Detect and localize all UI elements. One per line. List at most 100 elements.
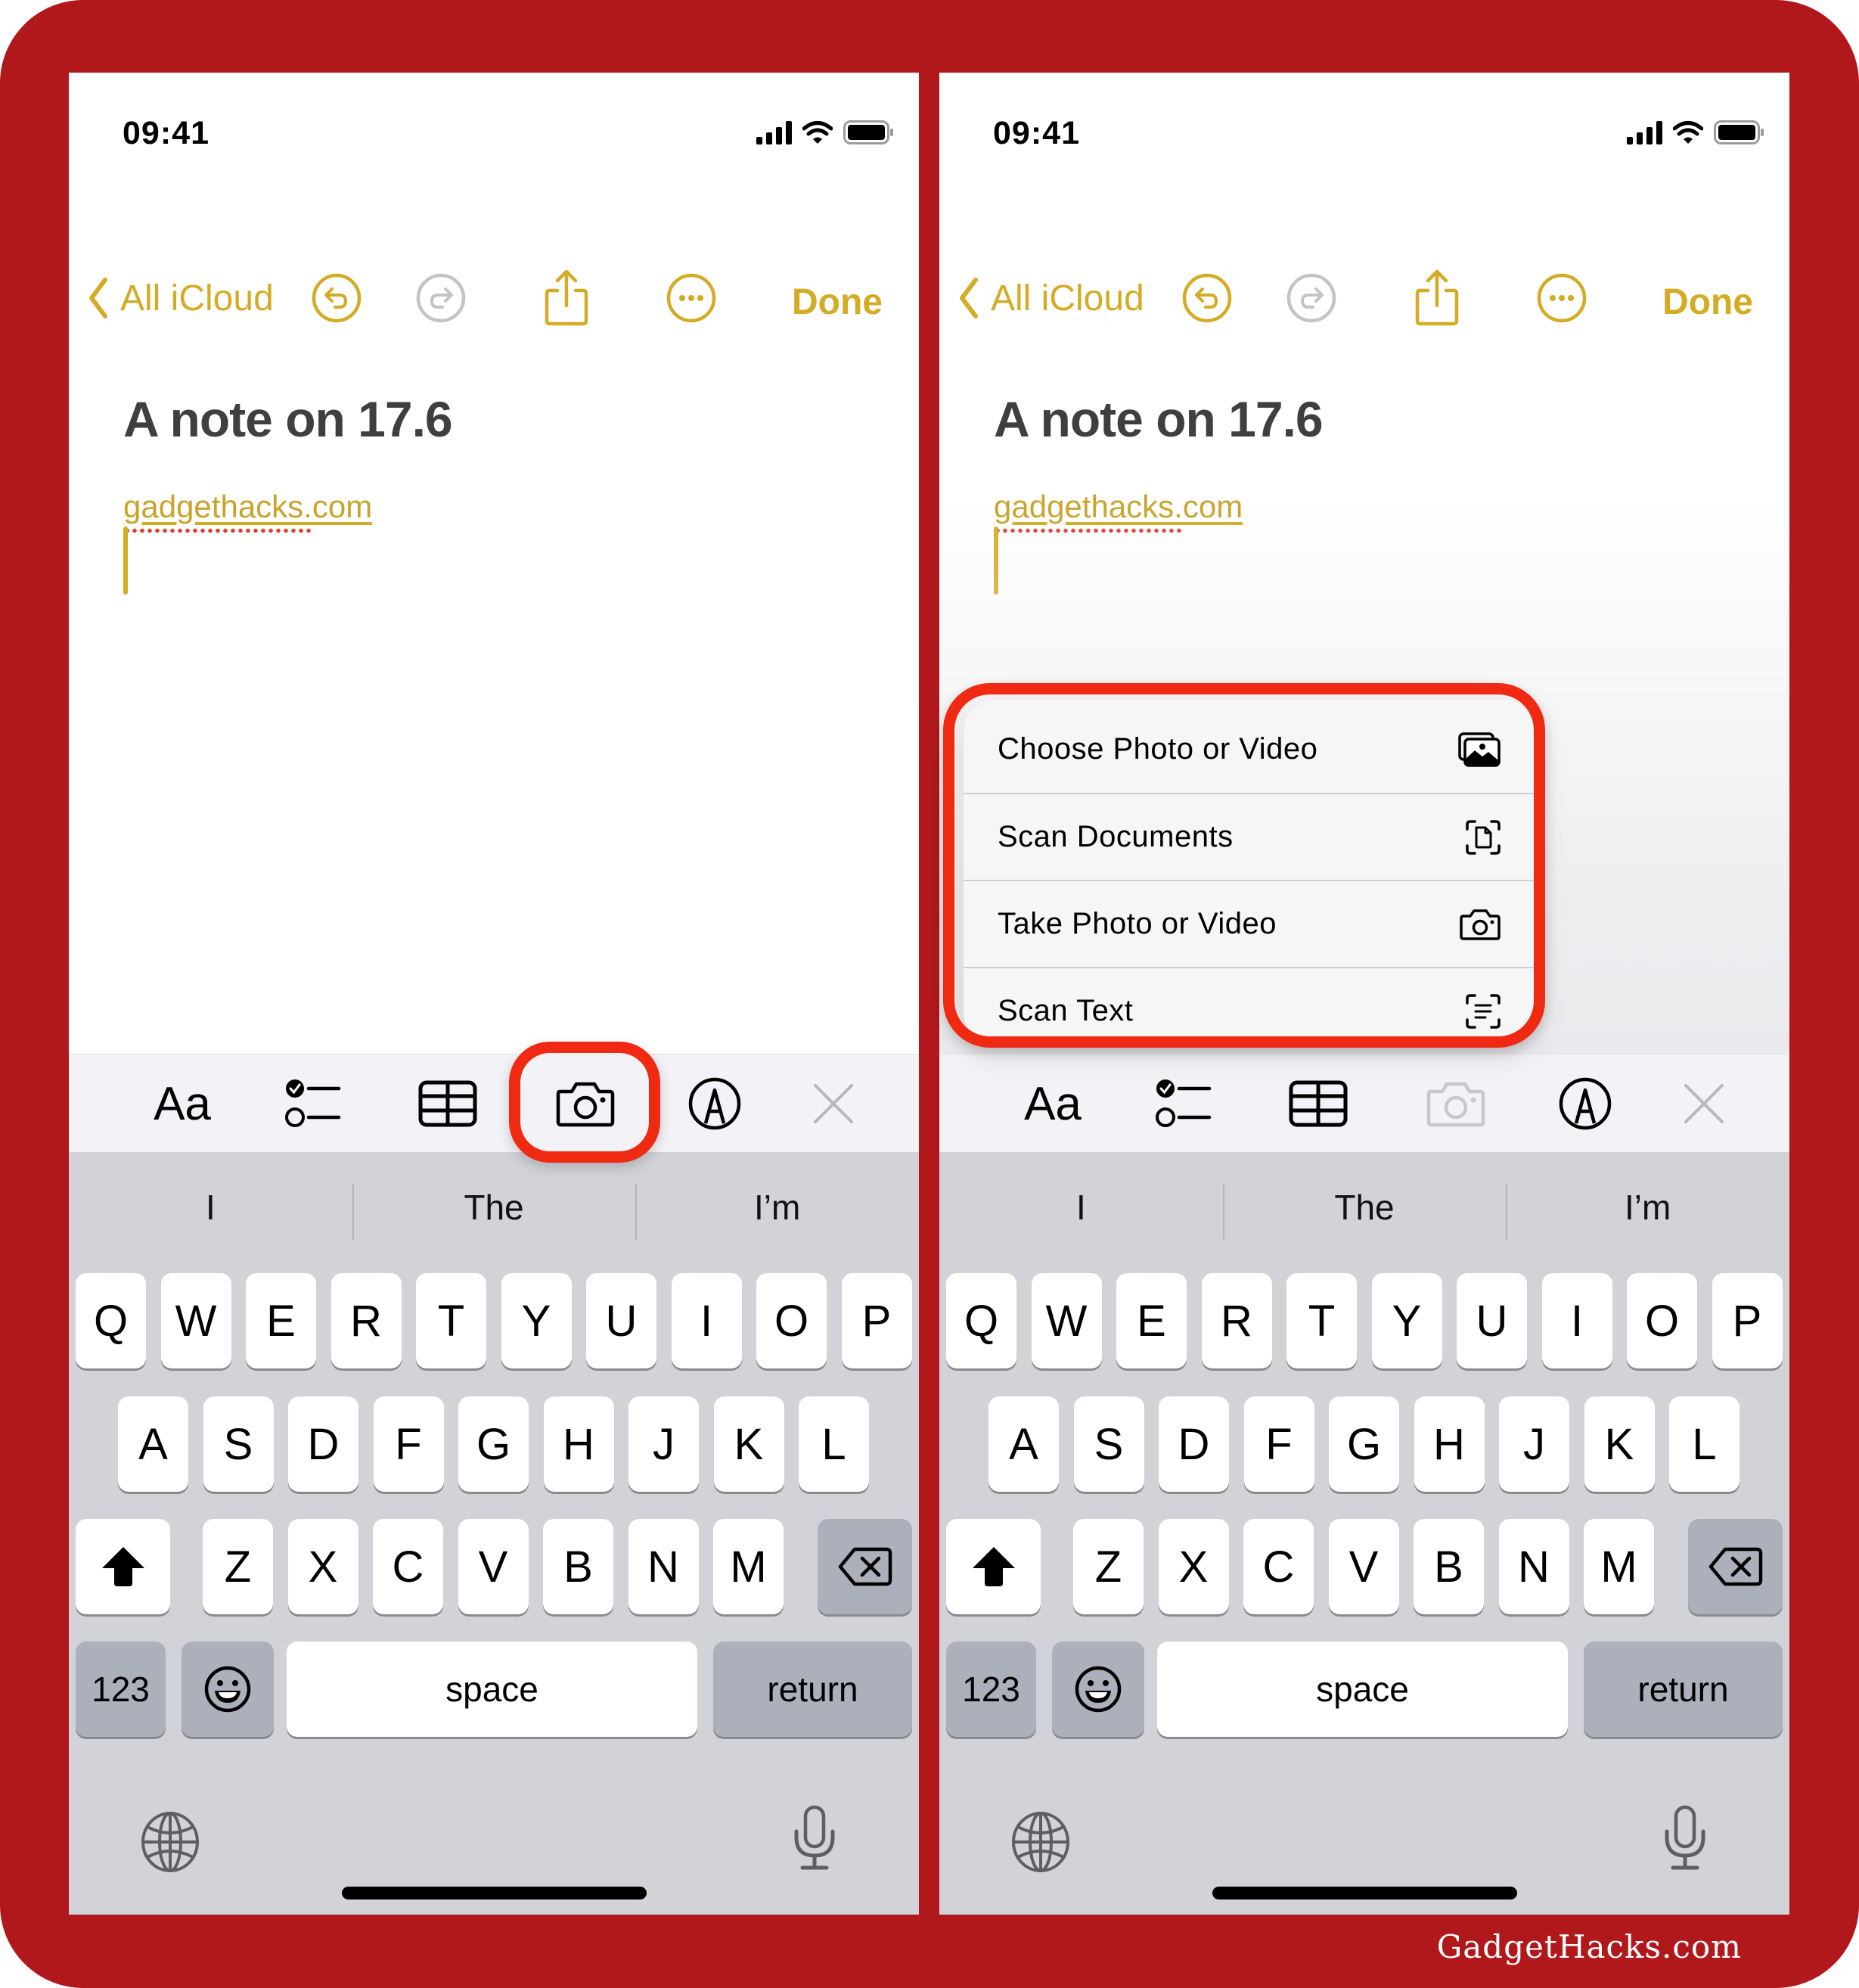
key-q[interactable]: Q bbox=[946, 1273, 1016, 1368]
note-link[interactable]: gadgethacks.com bbox=[994, 489, 1243, 533]
menu-item-scan-documents[interactable]: Scan Documents bbox=[964, 793, 1534, 880]
close-toolbar-button[interactable] bbox=[788, 1055, 879, 1153]
prediction-item[interactable]: I bbox=[939, 1152, 1223, 1262]
back-button[interactable]: All iCloud bbox=[87, 275, 274, 321]
key-t[interactable]: T bbox=[416, 1273, 486, 1368]
prediction-item[interactable]: I’m bbox=[635, 1152, 919, 1262]
checklist-button[interactable] bbox=[1139, 1055, 1230, 1153]
key-a[interactable]: A bbox=[988, 1396, 1059, 1492]
key-i[interactable]: I bbox=[671, 1273, 742, 1368]
key-q[interactable]: Q bbox=[76, 1273, 146, 1368]
key-b[interactable]: B bbox=[543, 1519, 613, 1614]
space-key[interactable]: space bbox=[287, 1642, 697, 1737]
key-x[interactable]: X bbox=[1158, 1519, 1229, 1614]
key-w[interactable]: W bbox=[1031, 1273, 1102, 1368]
key-r[interactable]: R bbox=[331, 1273, 402, 1368]
table-button[interactable] bbox=[1273, 1055, 1364, 1153]
camera-button[interactable] bbox=[540, 1055, 631, 1153]
more-button[interactable] bbox=[1535, 271, 1589, 325]
microphone-icon[interactable] bbox=[1662, 1804, 1708, 1872]
emoji-key[interactable] bbox=[182, 1642, 274, 1737]
key-v[interactable]: V bbox=[458, 1519, 529, 1614]
checklist-button[interactable] bbox=[268, 1055, 359, 1153]
key-z[interactable]: Z bbox=[1073, 1519, 1144, 1614]
format-button[interactable]: Aa bbox=[137, 1055, 228, 1153]
key-i[interactable]: I bbox=[1541, 1273, 1612, 1368]
space-key[interactable]: space bbox=[1157, 1642, 1568, 1737]
key-l[interactable]: L bbox=[799, 1396, 869, 1492]
key-o[interactable]: O bbox=[1627, 1273, 1697, 1368]
key-u[interactable]: U bbox=[1457, 1273, 1527, 1368]
delete-key[interactable] bbox=[1688, 1519, 1783, 1614]
menu-item-choose-photo[interactable]: Choose Photo or Video bbox=[964, 706, 1534, 793]
home-indicator[interactable] bbox=[1212, 1887, 1517, 1899]
key-k[interactable]: K bbox=[1584, 1396, 1655, 1492]
key-n[interactable]: N bbox=[628, 1519, 699, 1614]
undo-button[interactable] bbox=[1180, 271, 1234, 325]
note-title[interactable]: A note on 17.6 bbox=[994, 390, 1324, 448]
shift-key[interactable] bbox=[946, 1519, 1041, 1614]
close-toolbar-button[interactable] bbox=[1659, 1055, 1749, 1153]
prediction-item[interactable]: I’m bbox=[1506, 1152, 1789, 1262]
key-g[interactable]: G bbox=[1329, 1396, 1399, 1492]
redo-button[interactable] bbox=[414, 271, 468, 325]
key-e[interactable]: E bbox=[1116, 1273, 1187, 1368]
key-y[interactable]: Y bbox=[1371, 1273, 1442, 1368]
markup-button[interactable] bbox=[1540, 1055, 1631, 1153]
key-w[interactable]: W bbox=[160, 1273, 231, 1368]
key-l[interactable]: L bbox=[1669, 1396, 1740, 1492]
key-m[interactable]: M bbox=[713, 1519, 784, 1614]
key-m[interactable]: M bbox=[1584, 1519, 1654, 1614]
numbers-key[interactable]: 123 bbox=[946, 1642, 1036, 1737]
emoji-key[interactable] bbox=[1052, 1642, 1144, 1737]
note-title[interactable]: A note on 17.6 bbox=[123, 390, 453, 448]
undo-button[interactable] bbox=[309, 271, 364, 325]
key-g[interactable]: G bbox=[458, 1396, 529, 1492]
numbers-key[interactable]: 123 bbox=[76, 1642, 166, 1737]
delete-key[interactable] bbox=[818, 1519, 912, 1614]
key-h[interactable]: H bbox=[543, 1396, 614, 1492]
done-button[interactable]: Done bbox=[792, 281, 883, 323]
done-button[interactable]: Done bbox=[1662, 281, 1753, 323]
menu-item-scan-text[interactable]: Scan Text bbox=[964, 967, 1534, 1044]
prediction-item[interactable]: The bbox=[1222, 1152, 1507, 1262]
key-j[interactable]: J bbox=[628, 1396, 699, 1492]
key-c[interactable]: C bbox=[373, 1519, 443, 1614]
table-button[interactable] bbox=[402, 1055, 493, 1153]
home-indicator[interactable] bbox=[342, 1887, 647, 1899]
key-s[interactable]: S bbox=[203, 1396, 274, 1492]
globe-icon[interactable] bbox=[1010, 1812, 1071, 1872]
key-f[interactable]: F bbox=[1243, 1396, 1314, 1492]
back-button[interactable]: All iCloud bbox=[957, 275, 1144, 321]
key-j[interactable]: J bbox=[1499, 1396, 1569, 1492]
key-u[interactable]: U bbox=[586, 1273, 656, 1368]
key-d[interactable]: D bbox=[288, 1396, 358, 1492]
key-n[interactable]: N bbox=[1498, 1519, 1569, 1614]
share-button[interactable] bbox=[539, 269, 594, 326]
key-b[interactable]: B bbox=[1414, 1519, 1484, 1614]
key-p[interactable]: P bbox=[841, 1273, 912, 1368]
key-s[interactable]: S bbox=[1073, 1396, 1144, 1492]
note-link-text[interactable]: gadgethacks.com bbox=[994, 489, 1243, 524]
return-key[interactable]: return bbox=[713, 1642, 912, 1737]
key-z[interactable]: Z bbox=[203, 1519, 273, 1614]
prediction-item[interactable]: The bbox=[352, 1152, 636, 1262]
globe-icon[interactable] bbox=[140, 1812, 200, 1872]
key-f[interactable]: F bbox=[373, 1396, 444, 1492]
format-button[interactable]: Aa bbox=[1007, 1055, 1098, 1153]
key-e[interactable]: E bbox=[246, 1273, 316, 1368]
shift-key[interactable] bbox=[76, 1519, 170, 1614]
key-t[interactable]: T bbox=[1286, 1273, 1357, 1368]
menu-item-take-photo[interactable]: Take Photo or Video bbox=[964, 880, 1534, 967]
note-link-text[interactable]: gadgethacks.com bbox=[123, 489, 372, 524]
key-c[interactable]: C bbox=[1243, 1519, 1314, 1614]
microphone-icon[interactable] bbox=[792, 1804, 837, 1872]
more-button[interactable] bbox=[664, 271, 718, 325]
key-y[interactable]: Y bbox=[501, 1273, 572, 1368]
key-p[interactable]: P bbox=[1712, 1273, 1783, 1368]
key-x[interactable]: X bbox=[287, 1519, 358, 1614]
share-button[interactable] bbox=[1410, 269, 1464, 326]
key-k[interactable]: K bbox=[713, 1396, 784, 1492]
markup-button[interactable] bbox=[669, 1055, 760, 1153]
return-key[interactable]: return bbox=[1584, 1642, 1783, 1737]
